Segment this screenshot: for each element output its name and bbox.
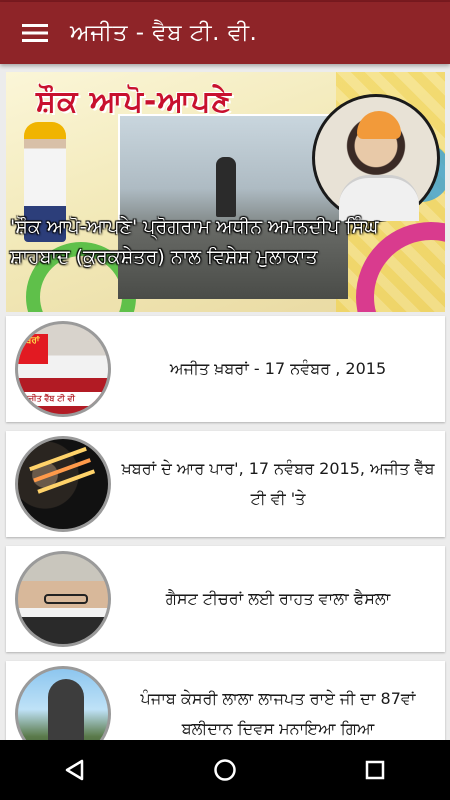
thumbnail-statue (48, 679, 84, 740)
thumbnail-strip: ਅਜੀਤ ਵੈੱਬ ਟੀ ਵੀ (18, 392, 108, 406)
recents-square-icon (365, 760, 385, 780)
list-item-title: ਪੰਜਾਬ ਕੇਸਰੀ ਲਾਲਾ ਲਾਜਪਤ ਰਾਏ ਜੀ ਦਾ 87ਵਾਂ ਬ… (140, 689, 416, 738)
video-thumbnail (15, 551, 111, 647)
app-bar: ਅਜੀਤ - ਵੈਬ ਟੀ. ਵੀ. (0, 2, 450, 64)
thumbnail-badge: ਖ਼ਬਰਾਂ (18, 334, 48, 364)
list-item-title: ਗੈਸਟ ਟੀਚਰਾਂ ਲਈ ਰਾਹਤ ਵਾਲਾ ਫੈਸਲਾ (165, 589, 391, 608)
featured-video-card[interactable]: ਸ਼ੌਕ ਆਪੋ-ਆਪਣੇ 'ਸ਼ੌਕ ਆਪੋ-ਆਪਣੇ' ਪ੍ਰੋਗਰਾਮ ਅ… (6, 72, 445, 312)
featured-portrait (312, 94, 440, 222)
back-triangle-icon (65, 759, 84, 781)
list-item[interactable]: ਪੰਜਾਬ ਕੇਸਰੀ ਲਾਲਾ ਲਾਜਪਤ ਰਾਏ ਜੀ ਦਾ 87ਵਾਂ ਬ… (6, 661, 445, 740)
list-item[interactable]: ਖ਼ਬਰਾਂ ਅਜੀਤ ਵੈੱਬ ਟੀ ਵੀ ਅਜੀਤ ਖ਼ਬਰਾਂ - 17 … (6, 316, 445, 422)
portrait-turban (357, 111, 401, 139)
recents-button[interactable] (345, 740, 405, 800)
home-circle-icon (214, 759, 236, 781)
list-item-title: ਖ਼ਬਰਾਂ ਦੇ ਆਰ ਪਾਰ', 17 ਨਵੰਬਰ 2015, ਅਜੀਤ ਵ… (121, 459, 435, 508)
hamburger-icon (22, 24, 48, 42)
list-item[interactable]: ਗੈਸਟ ਟੀਚਰਾਂ ਲਈ ਰਾਹਤ ਵਾਲਾ ਫੈਸਲਾ (6, 546, 445, 652)
list-item-title: ਅਜੀਤ ਖ਼ਬਰਾਂ - 17 ਨਵੰਬਰ , 2015 (169, 359, 387, 378)
video-thumbnail (15, 666, 111, 740)
thumbnail-glasses (44, 594, 88, 604)
menu-button[interactable] (0, 2, 70, 64)
video-thumbnail: ਖ਼ਬਰਾਂ ਅਜੀਤ ਵੈੱਬ ਟੀ ਵੀ (15, 321, 111, 417)
back-button[interactable] (45, 740, 105, 800)
video-thumbnail (15, 436, 111, 532)
system-nav-bar (0, 740, 450, 800)
home-button[interactable] (195, 740, 255, 800)
featured-caption: 'ਸ਼ੌਕ ਆਪੋ-ਆਪਣੇ' ਪ੍ਰੋਗਰਾਮ ਅਧੀਨ ਅਮਨਦੀਪ ਸਿੰ… (10, 216, 379, 268)
list-item[interactable]: ਖ਼ਬਰਾਂ ਦੇ ਆਰ ਪਾਰ', 17 ਨਵੰਬਰ 2015, ਅਜੀਤ ਵ… (6, 431, 445, 537)
featured-banner-title: ਸ਼ੌਕ ਆਪੋ-ਆਪਣੇ (36, 84, 232, 119)
featured-photo-rider (216, 157, 236, 217)
app-title: ਅਜੀਤ - ਵੈਬ ਟੀ. ਵੀ. (70, 20, 258, 46)
thumbnail-lights (29, 446, 87, 472)
content-list[interactable]: ਸ਼ੌਕ ਆਪੋ-ਆਪਣੇ 'ਸ਼ੌਕ ਆਪੋ-ਆਪਣੇ' ਪ੍ਰੋਗਰਾਮ ਅ… (0, 64, 450, 740)
